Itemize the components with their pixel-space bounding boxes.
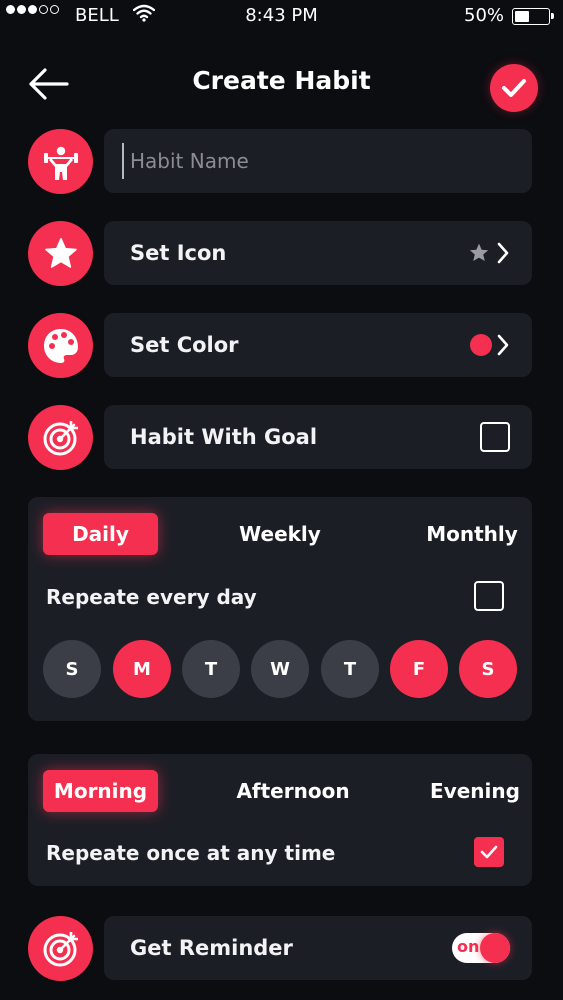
tab-morning[interactable]: Morning <box>43 770 158 812</box>
day-sunday[interactable]: S <box>43 640 101 698</box>
set-color-row[interactable]: Set Color <box>104 313 532 377</box>
day-friday[interactable]: F <box>390 640 448 698</box>
battery-icon <box>512 8 554 25</box>
habit-goal-avatar <box>28 405 93 470</box>
set-icon-label: Set Icon <box>130 241 227 265</box>
tab-evening[interactable]: Evening <box>428 770 522 812</box>
star-icon <box>469 243 489 261</box>
set-color-label: Set Color <box>130 333 239 357</box>
time-of-day-panel: Morning Afternoon Evening Repeate once a… <box>28 754 532 886</box>
page-title: Create Habit <box>192 66 371 95</box>
day-tuesday[interactable]: T <box>182 640 240 698</box>
day-wednesday[interactable]: W <box>251 640 309 698</box>
check-icon <box>480 845 498 859</box>
target-icon <box>43 931 78 966</box>
chevron-right-icon <box>497 334 509 356</box>
check-icon <box>502 79 526 97</box>
day-saturday[interactable]: S <box>459 640 517 698</box>
repeat-once-label: Repeate once at any time <box>46 841 336 865</box>
repeat-every-day-checkbox[interactable] <box>474 581 504 611</box>
reminder-label: Get Reminder <box>130 936 293 960</box>
star-icon <box>44 237 77 268</box>
habit-goal-row: Habit With Goal <box>104 405 532 469</box>
habit-type-avatar[interactable] <box>28 129 93 194</box>
repeat-once-checkbox[interactable] <box>474 837 504 867</box>
palette-icon <box>43 328 78 363</box>
day-monday[interactable]: M <box>113 640 171 698</box>
reminder-toggle[interactable]: on <box>452 933 510 963</box>
set-icon-avatar <box>28 221 93 286</box>
battery-percent: 50% <box>464 5 505 26</box>
reminder-avatar <box>28 916 93 981</box>
tab-weekly[interactable]: Weekly <box>218 513 342 555</box>
habit-goal-label: Habit With Goal <box>130 425 318 449</box>
toggle-on-label: on <box>457 937 480 956</box>
set-color-avatar <box>28 313 93 378</box>
tab-monthly[interactable]: Monthly <box>422 513 522 555</box>
confirm-button[interactable] <box>490 64 538 112</box>
reminder-row: Get Reminder on <box>104 916 532 980</box>
frequency-panel: Daily Weekly Monthly Repeate every day S… <box>28 497 532 721</box>
target-icon <box>43 420 78 455</box>
chevron-right-icon <box>497 242 509 264</box>
habit-name-card <box>104 129 532 193</box>
habit-name-input[interactable] <box>122 143 512 179</box>
habit-goal-checkbox[interactable] <box>480 422 510 452</box>
tab-afternoon[interactable]: Afternoon <box>234 770 352 812</box>
toggle-knob <box>480 933 510 963</box>
day-thursday[interactable]: T <box>321 640 379 698</box>
tab-daily[interactable]: Daily <box>43 513 158 555</box>
weightlifter-icon <box>43 146 78 180</box>
repeat-every-day-label: Repeate every day <box>46 585 257 609</box>
status-bar: BELL 8:43 PM 50% <box>0 0 563 34</box>
set-icon-row[interactable]: Set Icon <box>104 221 532 285</box>
color-swatch <box>470 334 492 356</box>
